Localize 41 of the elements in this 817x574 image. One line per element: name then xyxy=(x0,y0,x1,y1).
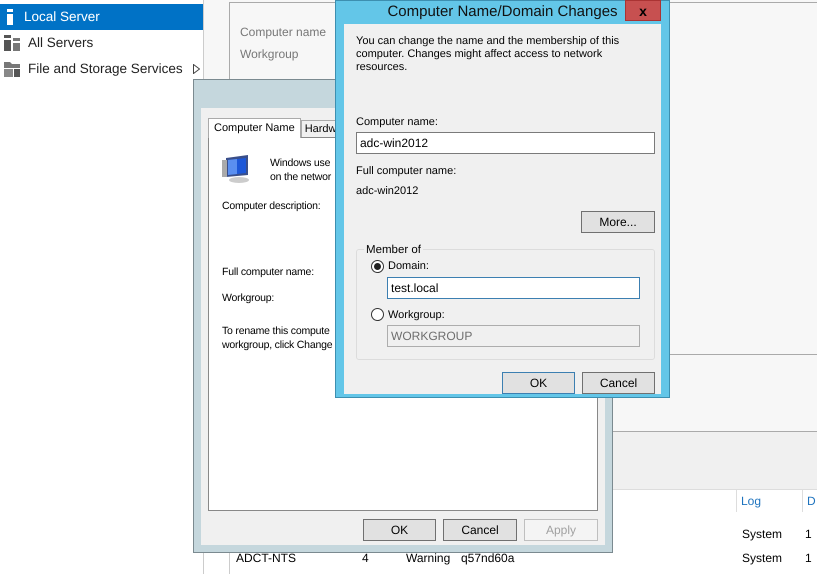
description-text: You can change the name and the membership of this computer. Changes might affect access to network resources. xyxy=(356,34,620,74)
table-cell-text: System xyxy=(741,550,784,567)
field-label: Computer name: xyxy=(356,114,438,130)
dialog-button[interactable]: OK xyxy=(363,519,436,541)
table-cell-text: 4 xyxy=(361,550,370,567)
dialog-button[interactable]: OK xyxy=(502,372,575,394)
column-header[interactable]: Log xyxy=(736,490,802,512)
expand-arrow-icon[interactable] xyxy=(192,64,200,74)
sidebar-item[interactable]: Local Server xyxy=(0,4,203,30)
property-label: Computer name xyxy=(240,24,326,41)
field-label: Full computer name: xyxy=(222,264,314,280)
rename-text: To rename this compute workgroup, click Change xyxy=(222,324,332,352)
text-field[interactable]: test.local xyxy=(387,276,640,298)
sidebar-item[interactable]: All Servers xyxy=(0,30,203,56)
column-header[interactable]: D xyxy=(802,490,817,512)
table-cell-text: 1 xyxy=(804,526,813,543)
table-cell-text: ADCT-NTS xyxy=(235,550,297,567)
field-label: Workgroup: xyxy=(222,290,274,306)
tab[interactable]: Computer Name xyxy=(208,118,301,138)
property-label: Workgroup xyxy=(240,46,298,63)
table-cell-text: 1 xyxy=(804,550,813,567)
folder-icon xyxy=(4,61,20,77)
table-cell-text: q57nd60a xyxy=(460,550,516,567)
computer-name-field[interactable]: adc-win2012 xyxy=(356,132,655,154)
sidebar-item[interactable]: File and Storage Services xyxy=(0,56,203,82)
radio-label: Domain: xyxy=(388,259,429,274)
server-icon xyxy=(4,9,16,25)
table-cell-text: Warning xyxy=(405,550,452,567)
window-title: Computer Name/Domain Changes xyxy=(387,2,618,22)
dialog-button[interactable]: Cancel xyxy=(443,519,517,541)
field-label: Full computer name: xyxy=(356,164,456,179)
more-button[interactable]: More... xyxy=(581,211,655,233)
radio-label: Workgroup: xyxy=(388,308,445,322)
dialog-button[interactable]: Cancel xyxy=(582,372,655,394)
close-button[interactable]: x xyxy=(625,0,661,21)
intro-text: Windows use on the networ xyxy=(270,156,332,184)
field-label: Computer description: xyxy=(222,199,321,214)
radio-button[interactable] xyxy=(371,260,384,273)
full-name-value: adc-win2012 xyxy=(356,184,418,198)
servers-icon xyxy=(4,35,20,51)
table-cell-text: System xyxy=(741,526,784,543)
